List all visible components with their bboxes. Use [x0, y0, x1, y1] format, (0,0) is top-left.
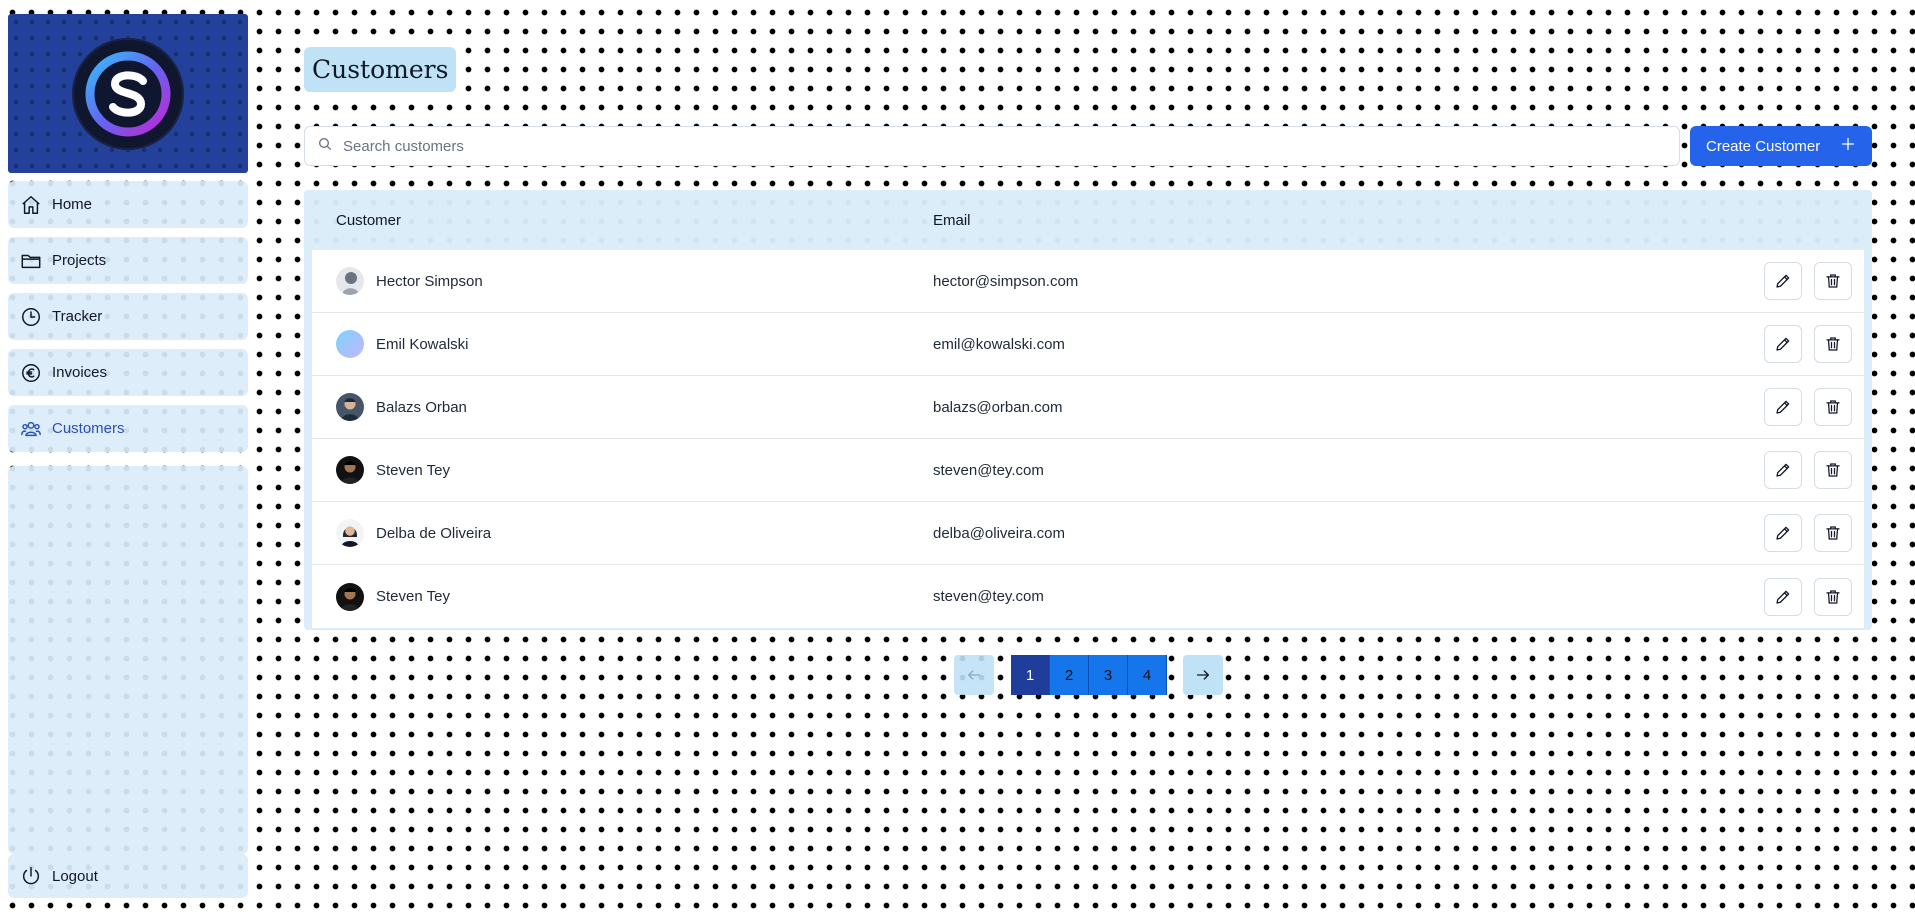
avatar — [336, 519, 364, 547]
edit-button[interactable] — [1764, 577, 1802, 616]
trash-icon — [1826, 400, 1840, 414]
avatar — [336, 330, 364, 358]
pencil-icon — [1776, 337, 1790, 351]
arrow-left-icon — [968, 670, 980, 680]
edit-button[interactable] — [1764, 514, 1802, 552]
table-row: Delba de Oliveira delba@oliveira.com — [312, 502, 1864, 565]
customer-email: hector@simpson.com — [933, 272, 1079, 290]
sidebar-item-invoices[interactable]: Invoices — [8, 349, 248, 396]
sidebar-item-label: Tracker — [52, 308, 103, 325]
trash-icon — [1826, 274, 1840, 288]
customer-name: Steven Tey — [376, 588, 450, 605]
column-header-customer: Customer — [336, 211, 402, 229]
customer-email: steven@tey.com — [933, 461, 1044, 479]
folder-icon — [20, 250, 42, 272]
customer-email: steven@tey.com — [933, 588, 1044, 605]
pencil-icon — [1776, 274, 1790, 288]
users-icon — [20, 418, 42, 440]
search-input[interactable] — [343, 137, 1643, 155]
search-icon — [317, 136, 333, 157]
table-body: Hector Simpson hector@simpson.com Emil K… — [312, 250, 1864, 628]
customer-name: Steven Tey — [376, 461, 450, 479]
trash-icon — [1826, 463, 1840, 477]
edit-button[interactable] — [1764, 388, 1802, 426]
sidebar-item-label: Projects — [52, 252, 107, 269]
customer-name: Delba de Oliveira — [376, 524, 492, 542]
page-title: Customers — [304, 47, 457, 92]
delete-button[interactable] — [1814, 388, 1852, 426]
column-header-email: Email — [933, 211, 971, 229]
customers-table: Customer Email Hector Simpson hector@sim… — [304, 190, 1872, 630]
sidebar-item-label: Home — [52, 196, 93, 213]
edit-button[interactable] — [1764, 451, 1802, 489]
sidebar-item-customers[interactable]: Customers — [8, 405, 248, 452]
pencil-icon — [1776, 463, 1790, 477]
sidebar-item-label: Invoices — [52, 364, 108, 381]
trash-icon — [1826, 526, 1840, 540]
table-row: Emil Kowalski emil@kowalski.com — [312, 313, 1864, 376]
power-icon — [20, 865, 42, 887]
table-row: Hector Simpson hector@simpson.com — [312, 250, 1864, 313]
customer-email: delba@oliveira.com — [933, 524, 1065, 542]
delete-button[interactable] — [1814, 577, 1852, 616]
customer-name: Hector Simpson — [376, 272, 483, 290]
table-row: Steven Tey steven@tey.com — [312, 565, 1864, 628]
avatar — [336, 582, 364, 611]
trash-icon — [1826, 337, 1840, 351]
search-field[interactable] — [304, 126, 1680, 166]
pagination-page-1[interactable]: 1 — [1011, 655, 1050, 695]
sidebar-item-label: Customers — [52, 420, 125, 437]
customer-email: balazs@orban.com — [933, 398, 1063, 416]
pencil-icon — [1776, 400, 1790, 414]
app-logo — [72, 38, 184, 150]
euro-icon — [20, 362, 42, 384]
delete-button[interactable] — [1814, 514, 1852, 552]
sidebar-item-projects[interactable]: Projects — [8, 237, 248, 284]
sidebar-item-home[interactable]: Home — [8, 181, 248, 228]
home-icon — [20, 194, 42, 216]
trash-icon — [1826, 589, 1840, 604]
customer-email: emil@kowalski.com — [933, 335, 1065, 353]
clock-icon — [20, 306, 42, 328]
pagination-page-2[interactable]: 2 — [1050, 655, 1089, 695]
customer-name: Balazs Orban — [376, 398, 467, 416]
table-header: Customer Email — [312, 190, 1864, 250]
pencil-icon — [1776, 590, 1790, 604]
delete-button[interactable] — [1814, 262, 1852, 300]
create-customer-label: Create Customer — [1706, 137, 1821, 155]
sidebar-spacer — [8, 466, 248, 854]
delete-button[interactable] — [1814, 451, 1852, 489]
pencil-icon — [1776, 526, 1790, 540]
avatar — [336, 393, 364, 421]
logout-label: Logout — [52, 867, 98, 885]
avatar — [336, 267, 364, 295]
logo-icon — [85, 51, 171, 137]
sidebar-item-tracker[interactable]: Tracker — [8, 293, 248, 340]
pagination-next-button[interactable] — [1183, 655, 1223, 695]
pagination-page-3[interactable]: 3 — [1089, 655, 1128, 695]
arrow-right-icon — [1197, 670, 1209, 680]
pagination-prev-button[interactable] — [954, 655, 994, 695]
edit-button[interactable] — [1764, 325, 1802, 363]
logo-panel — [8, 14, 248, 173]
edit-button[interactable] — [1764, 262, 1802, 300]
pagination-page-4[interactable]: 4 — [1128, 655, 1167, 695]
delete-button[interactable] — [1814, 325, 1852, 363]
avatar — [336, 456, 364, 484]
logout-button[interactable]: Logout — [8, 854, 248, 898]
sidebar: Home Projects Tracker Invoices Customers… — [8, 14, 248, 898]
table-row: Steven Tey steven@tey.com — [312, 439, 1864, 502]
create-customer-button[interactable]: Create Customer — [1690, 126, 1872, 166]
customer-name: Emil Kowalski — [376, 335, 469, 353]
table-row: Balazs Orban balazs@orban.com — [312, 376, 1864, 439]
plus-icon — [1840, 136, 1856, 156]
